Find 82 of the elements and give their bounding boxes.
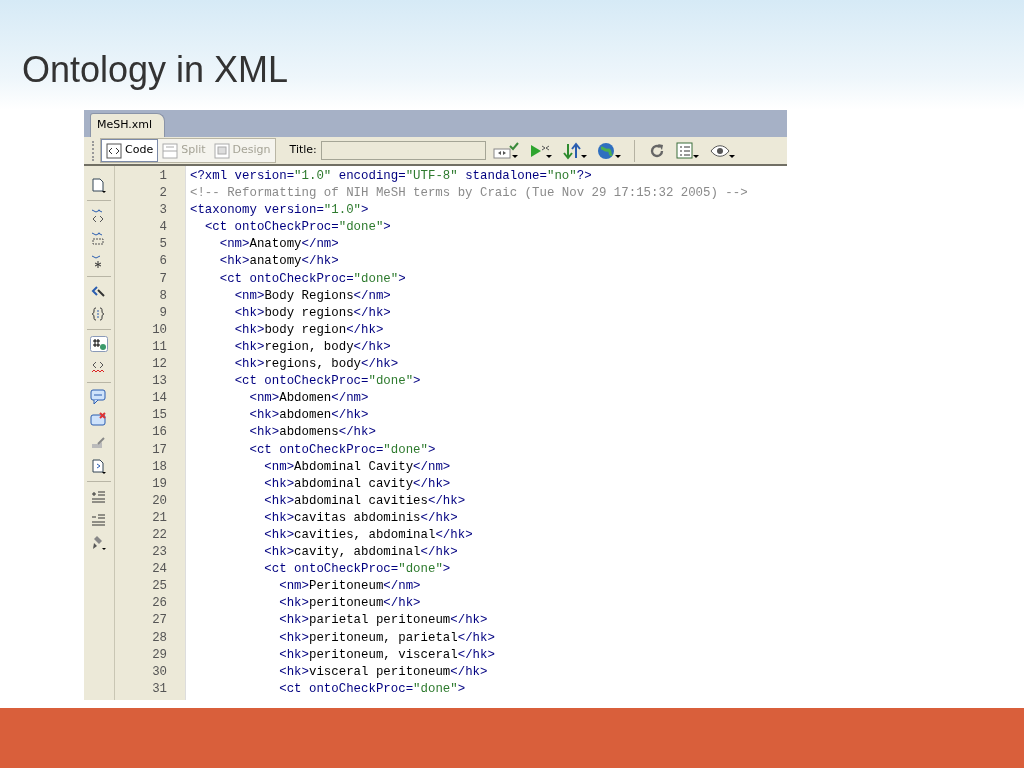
- code-line: <hk>abdomen</hk>: [248, 407, 370, 425]
- line-number: 21: [151, 509, 167, 527]
- code-line: <hk>body region</hk>: [233, 321, 385, 339]
- code-line: <ct ontoCheckProc="done">: [203, 219, 392, 237]
- code-line: <hk>parietal peritoneum</hk>: [278, 612, 489, 630]
- line-number: 20: [151, 492, 167, 510]
- code-line: <nm>Abdominal Cavity</nm>: [263, 458, 452, 476]
- outdent-icon[interactable]: [90, 511, 108, 528]
- line-number: 10: [151, 321, 167, 339]
- code-line: <hk>abdomens</hk>: [248, 424, 377, 442]
- line-number: 13: [151, 373, 167, 391]
- code-line: <?xml version="1.0" encoding="UTF-8" standalone="no"?>: [190, 168, 593, 185]
- code-line: <ct ontoCheckProc="done">: [233, 373, 422, 391]
- line-number: 5: [158, 236, 167, 254]
- list-icon[interactable]: [675, 141, 700, 160]
- code-line: <hk>abdominal cavities</hk>: [263, 492, 467, 510]
- line-number: 26: [151, 595, 167, 613]
- code-line: <hk>visceral peritoneum</hk>: [278, 663, 489, 681]
- line-number: 31: [151, 680, 167, 698]
- code-line: <ct ontoCheckProc="done">: [263, 561, 452, 579]
- code-line: <hk>cavity, abdominal</hk>: [263, 544, 459, 562]
- code-line: <!-- Reformatting of NIH MeSH terms by Craic (Tue Nov 29 17:15:32 2005) -->: [190, 185, 749, 203]
- line-number: 24: [151, 561, 167, 579]
- code-line: <nm>Peritoneum</nm>: [278, 578, 422, 596]
- line-number: 23: [151, 544, 167, 562]
- line-number: 25: [151, 578, 167, 596]
- line-number: 7: [158, 270, 167, 288]
- code-line: <hk>peritoneum</hk>: [278, 595, 422, 613]
- code-line: <hk>peritoneum, parietal</hk>: [278, 629, 496, 647]
- code-line: <nm>Anatomy</nm>: [218, 236, 340, 254]
- line-number: 12: [151, 356, 167, 374]
- speech-bubble-cross-icon[interactable]: [90, 412, 108, 429]
- line-number: 15: [151, 407, 167, 425]
- design-view-icon: [213, 142, 230, 159]
- line-number: 2: [158, 185, 167, 203]
- code-line: <ct ontoCheckProc="done">: [278, 680, 467, 698]
- line-number: 6: [158, 253, 167, 271]
- code-line: <ct ontoCheckProc="done">: [218, 270, 407, 288]
- code-line: <nm>Abdomen</nm>: [248, 390, 370, 408]
- line-number: 4: [158, 219, 167, 237]
- file-tab[interactable]: MeSH.xml: [90, 112, 166, 137]
- code-line: <taxonomy version="1.0">: [190, 202, 370, 220]
- indent-icon[interactable]: [90, 488, 108, 505]
- code-line: <nm>Body Regions</nm>: [233, 287, 392, 305]
- brush-icon[interactable]: [90, 534, 108, 551]
- speech-bubble-icon[interactable]: [90, 389, 108, 406]
- code-line: <hk>cavities, abdominal</hk>: [263, 526, 474, 544]
- line-number: 27: [151, 612, 167, 630]
- code-line: <hk>body regions</hk>: [233, 304, 392, 322]
- code-line: <hk>cavitas abdominis</hk>: [263, 509, 459, 527]
- split-view-icon: [162, 142, 179, 159]
- globe-icon[interactable]: [596, 141, 621, 160]
- line-number: 19: [151, 475, 167, 493]
- line-number: 18: [151, 458, 167, 476]
- code-line: <hk>anatomy</hk>: [218, 253, 340, 271]
- view-mode-button[interactable]: Code: [101, 139, 159, 162]
- line-number: 1: [158, 168, 167, 185]
- slide-title: Ontology in XML: [22, 52, 290, 88]
- title-label: Title:: [289, 142, 317, 159]
- code-line: <hk>region, body</hk>: [233, 338, 392, 356]
- line-number: 16: [151, 424, 167, 442]
- line-number: 8: [158, 287, 167, 305]
- code-line: <hk>peritoneum, visceral</hk>: [278, 646, 496, 664]
- document-icon[interactable]: [90, 177, 108, 194]
- document-arrow-icon[interactable]: [90, 458, 108, 475]
- line-number: 29: [151, 646, 167, 664]
- line-number: 14: [151, 390, 167, 408]
- line-number: 22: [151, 526, 167, 544]
- code-line: <ct ontoCheckProc="done">: [248, 441, 437, 459]
- code-line: <hk>abdominal cavity</hk>: [263, 475, 452, 493]
- line-number: 28: [151, 629, 167, 647]
- title-field[interactable]: [320, 141, 486, 160]
- validate-icon[interactable]: [492, 141, 519, 160]
- up-down-arrows-icon[interactable]: [562, 141, 587, 160]
- line-number: 17: [151, 441, 167, 459]
- code-line: <hk>regions, body</hk>: [233, 356, 400, 374]
- code-view-icon: [106, 142, 122, 159]
- line-number: 9: [158, 304, 167, 322]
- line-number: 30: [151, 663, 167, 681]
- line-number: 11: [151, 338, 167, 356]
- hash-icon[interactable]: [90, 336, 108, 353]
- line-number: 3: [158, 202, 167, 220]
